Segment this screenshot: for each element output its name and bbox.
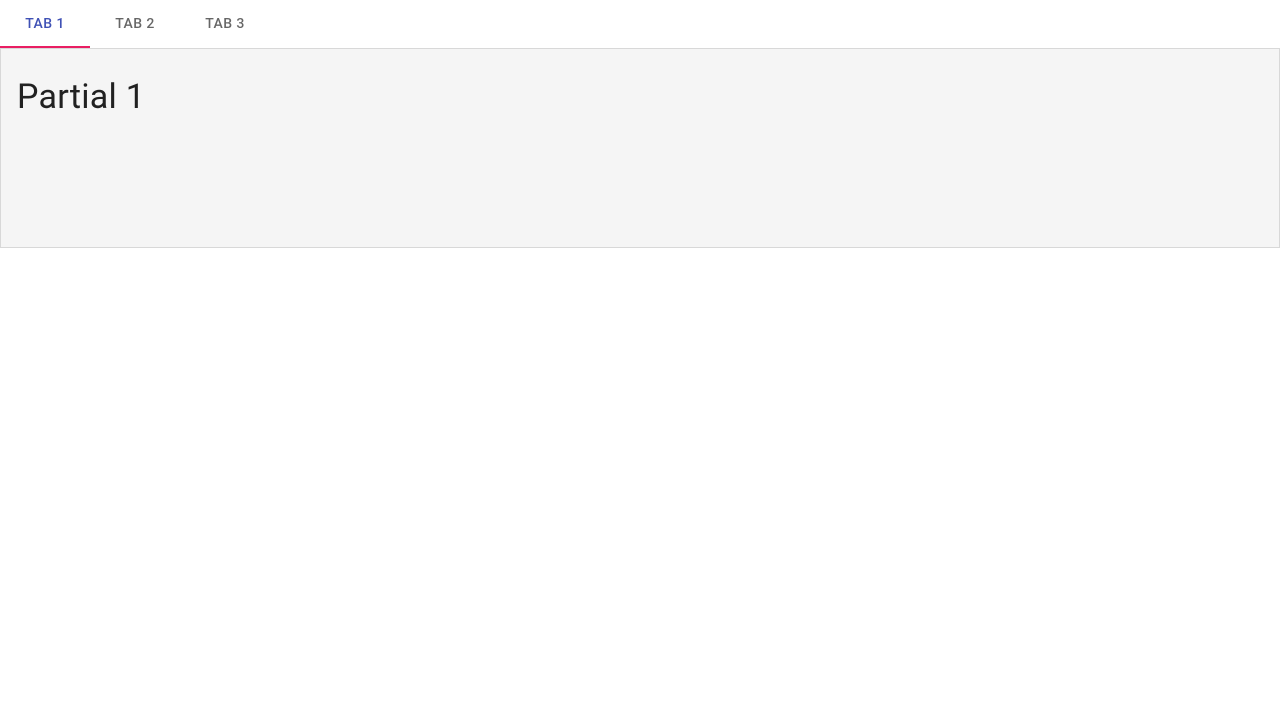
tab-1[interactable]: Tab 1 <box>0 0 90 48</box>
tab-label: Tab 3 <box>205 16 244 32</box>
tab-label: Tab 1 <box>25 16 64 32</box>
tab-2[interactable]: Tab 2 <box>90 0 180 48</box>
tab-3[interactable]: Tab 3 <box>180 0 270 48</box>
content-heading: Partial 1 <box>17 77 1263 119</box>
tabs-bar: Tab 1 Tab 2 Tab 3 <box>0 0 1280 48</box>
tab-label: Tab 2 <box>115 16 154 32</box>
tab-content-panel: Partial 1 <box>0 48 1280 248</box>
